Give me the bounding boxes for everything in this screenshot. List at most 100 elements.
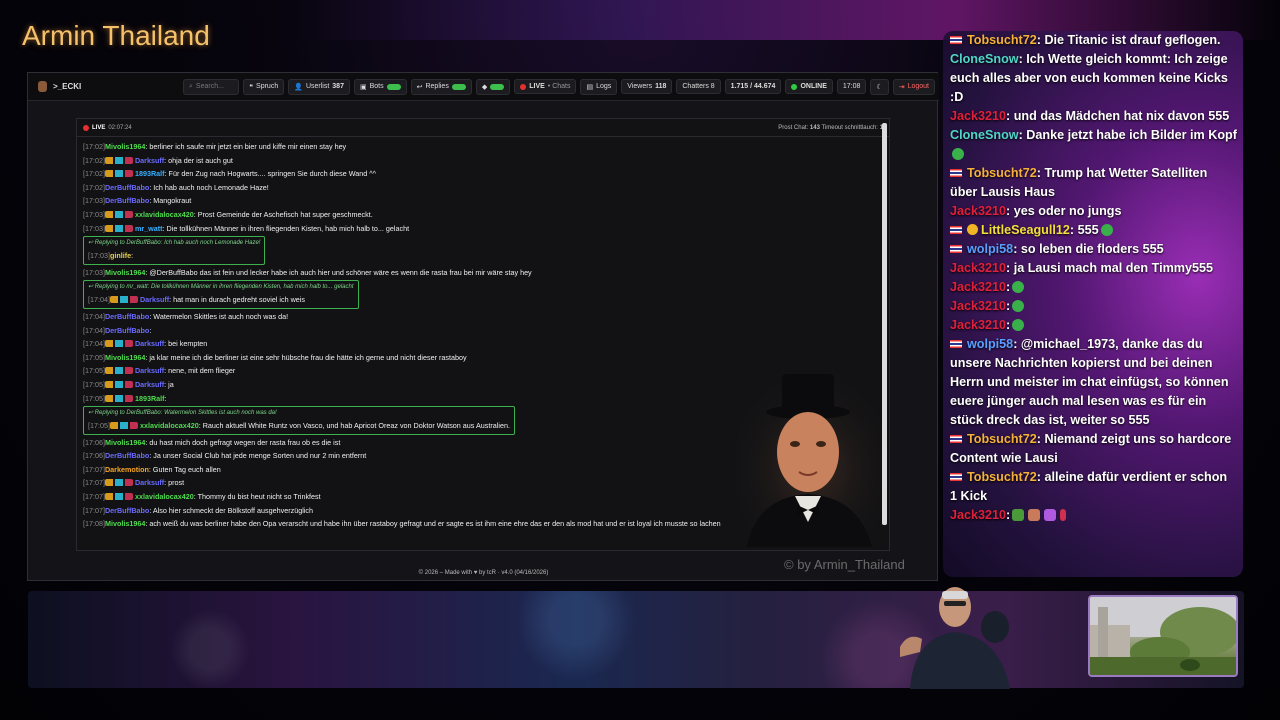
message-username[interactable]: DerBuffBabo [105, 451, 149, 460]
emote-icon [1044, 509, 1057, 521]
tts-switch[interactable] [490, 83, 505, 90]
overlay-username: Tobsucht72 [967, 166, 1037, 180]
bots-switch[interactable] [386, 83, 401, 90]
live-indicator: LIVE 02:07:24 [83, 124, 132, 131]
overlay-chat-message: Tobsucht72: Niemand zeigt uns so hardcor… [950, 430, 1237, 468]
message-username[interactable]: DerBuffBabo [105, 326, 149, 335]
message-username[interactable]: Mivolis1964 [105, 353, 145, 362]
message-text: : ja [164, 379, 174, 389]
overlay-username: wolpi58 [967, 337, 1014, 351]
overlay-chat-list: Tobsucht72 : Die Titanic ist drauf geflog… [943, 31, 1243, 525]
message-username[interactable]: Mivolis1964 [105, 438, 145, 447]
overlay-chat-message: Tobsucht72: Trump hat Wetter Satelliten … [950, 164, 1237, 202]
chat-message: [17:02] 1893Ralf: Für den Zug nach Hogwar… [83, 167, 883, 181]
chat-message: [17:03]ginlife: [88, 249, 260, 263]
app-logo[interactable]: >_ECKI [38, 81, 183, 92]
message-text: : Prost Gemeinde der Aschefisch hat supe… [193, 209, 373, 219]
message-username[interactable]: Darksuff [135, 380, 164, 389]
reply-icon: ↩ [416, 83, 423, 91]
message-text: : [164, 393, 167, 403]
user-badges-icon [104, 380, 133, 388]
message-username[interactable]: xxlavidalocax420 [135, 492, 194, 501]
message-username[interactable]: Darksuff [135, 339, 164, 348]
message-username[interactable]: DerBuffBabo [105, 312, 149, 321]
overlay-message-text: : so leben die floders 555 [1013, 242, 1164, 256]
message-username[interactable]: Darksuff [135, 478, 164, 487]
overlay-chat-message: Tobsucht72: Die Titanic ist drauf geflog… [950, 31, 1237, 50]
chat-stats: Prost Chat: 143 Timeout schnittlauch: 1 [778, 124, 883, 131]
message-username[interactable]: Mivolis1964 [105, 519, 145, 528]
message-username[interactable]: Darksuff [140, 295, 169, 304]
message-username[interactable]: 1893Ralf [135, 169, 165, 178]
theme-toggle[interactable]: ☾ [870, 78, 889, 95]
message-username[interactable]: 1893Ralf [135, 394, 165, 403]
chat-message: [17:03] xxlavidalocax420: Prost Gemeinde … [83, 208, 883, 222]
message-text: : Also hier schmeckt der Bölkstoff ausge… [149, 505, 313, 515]
overlay-message-text: : 555 [1069, 223, 1099, 237]
message-username[interactable]: ginlife [110, 251, 131, 260]
message-username[interactable]: Mivolis1964 [105, 268, 145, 277]
message-timestamp: [17:03] [88, 251, 110, 261]
search-input[interactable]: ⌕ Search... [182, 78, 240, 95]
overlay-chat-message: Jack3210: und das Mädchen hat nix davon … [950, 107, 1237, 126]
emote-icon [1012, 319, 1025, 331]
logout-button[interactable]: ⇥ Logout [892, 78, 935, 95]
overlay-message-text: : [1006, 508, 1011, 522]
overlay-message-text: : Die Titanic ist drauf geflogen. [1036, 33, 1221, 47]
live-chats-button[interactable]: LIVE • Chats [514, 79, 577, 94]
message-timestamp: [17:04] [83, 339, 105, 349]
search-placeholder: Search... [195, 83, 224, 90]
flag-icon [950, 245, 962, 253]
message-username[interactable]: DerBuffBabo [105, 506, 149, 515]
garden-scene [1090, 597, 1236, 675]
scrollbar[interactable] [882, 123, 887, 525]
spruch-button[interactable]: ❝ Spruch [243, 78, 285, 95]
message-username[interactable]: Darksuff [135, 366, 164, 375]
message-username[interactable]: DerBuffBabo [105, 183, 149, 192]
overlay-username: Tobsucht72 [967, 432, 1037, 446]
chat-message: [17:02]Mivolis1964: berliner ich saufe m… [83, 140, 883, 154]
chat-message: [17:02]DerBuffBabo: Ich hab auch noch Le… [83, 181, 883, 195]
message-text: : ja klar meine ich die berliner ist ein… [145, 352, 467, 362]
replies-toggle[interactable]: ↩ Replies [410, 78, 472, 95]
flag-icon [950, 226, 962, 234]
reply-context: ↩ Replying to mr_watt: Die tollkühnen Mä… [88, 284, 354, 291]
reply-icon: ↩ [88, 284, 95, 291]
overlay-message-text: : und das Mädchen hat nix davon 555 [1006, 109, 1230, 123]
user-badges-icon [104, 367, 133, 375]
message-text: : Guten Tag euch allen [148, 464, 221, 474]
clock: 17:08 [836, 79, 867, 94]
message-username[interactable]: Mivolis1964 [105, 142, 145, 151]
message-username[interactable]: Darkemotion [105, 465, 149, 474]
live-dot-icon [83, 124, 89, 131]
message-text: : Watermelon Skittles ist auch noch was … [149, 311, 289, 321]
replies-switch[interactable] [451, 83, 466, 90]
message-list[interactable]: [17:02]Mivolis1964: berliner ich saufe m… [77, 137, 889, 547]
streamer-webcam [900, 587, 1010, 689]
chat-message: [17:07] Darksuff: prost [83, 476, 883, 490]
message-timestamp: [17:07] [83, 478, 105, 488]
robot-icon: ▣ [359, 83, 367, 91]
user-badges-icon [104, 394, 133, 402]
userlist-button[interactable]: 👤 Userlist 387 [288, 78, 350, 95]
message-username[interactable]: DerBuffBabo [105, 196, 149, 205]
message-timestamp: [17:04] [83, 325, 105, 335]
message-username[interactable]: xxlavidalocax420 [140, 421, 199, 430]
garden-camera [1088, 595, 1238, 677]
message-timestamp: [17:02] [83, 182, 105, 192]
tts-toggle[interactable]: ◆ [475, 78, 511, 95]
overlay-username: Tobsucht72 [967, 470, 1037, 484]
message-text: : nene, mit dem flieger [164, 366, 236, 376]
message-timestamp: [17:05] [83, 352, 105, 362]
chat-message: [17:05] 1893Ralf: [83, 392, 883, 406]
message-username[interactable]: xxlavidalocax420 [135, 210, 194, 219]
overlay-username: LittleSeagull12 [981, 223, 1070, 237]
overlay-message-text: : yes oder no jungs [1006, 204, 1122, 218]
speaker-icon: ◆ [481, 83, 488, 91]
logs-button[interactable]: ▤ Logs [580, 78, 618, 95]
message-username[interactable]: mr_watt [135, 224, 163, 233]
search-icon: ⌕ [188, 82, 193, 90]
message-username[interactable]: Darksuff [135, 156, 164, 165]
bots-toggle[interactable]: ▣ Bots [353, 78, 407, 95]
overlay-chat-message: Jack3210: [950, 316, 1237, 335]
